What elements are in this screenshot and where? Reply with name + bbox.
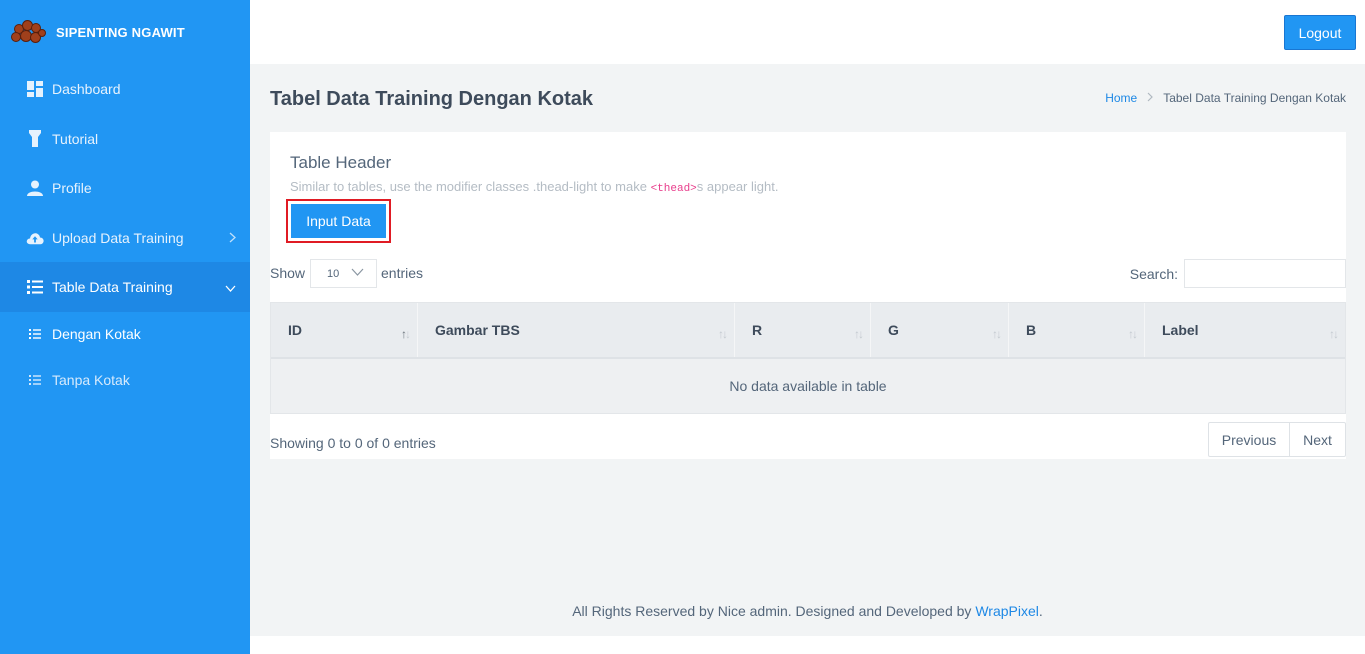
sort-icon: ↑↓	[854, 327, 864, 341]
page-length-value: 10	[327, 267, 340, 280]
column-header-label: G	[888, 322, 899, 338]
flashlight-icon	[26, 130, 44, 148]
card-subtitle-code: <thead>	[650, 183, 697, 195]
chevron-right-icon	[229, 230, 236, 246]
footer-wrappixel-link[interactable]: WrapPixel	[975, 603, 1039, 619]
data-table: ID ↑↓ Gambar TBS ↑↓ R ↑↓ G ↑↓ B ↑↓ Label…	[270, 302, 1346, 414]
entries-label: entries	[381, 265, 424, 281]
card-subtitle-text: Similar to tables, use the modifier clas…	[290, 179, 651, 194]
search-label: Search:	[1129, 266, 1178, 282]
sidebar-item-label: Tutorial	[52, 130, 99, 147]
column-header-label[interactable]: Label ↑↓	[1145, 303, 1345, 357]
table-card: Table Header Similar to tables, use the …	[270, 132, 1346, 459]
footer-text: All Rights Reserved by Nice admin. Desig…	[572, 603, 976, 619]
list-icon	[26, 371, 44, 389]
breadcrumb-separator-icon	[1147, 91, 1154, 105]
column-header-g[interactable]: G ↑↓	[871, 303, 1009, 357]
sort-icon: ↑↓	[718, 327, 728, 341]
column-header-label: ID	[288, 322, 302, 338]
next-page-button[interactable]: Next	[1290, 423, 1345, 456]
table-info: Showing 0 to 0 of 0 entries	[270, 435, 436, 451]
sidebar-item-table-data-training[interactable]: Table Data Training	[0, 262, 250, 312]
breadcrumb-home-link[interactable]: Home	[1105, 91, 1137, 105]
chevron-down-icon	[225, 279, 236, 295]
sidebar-item-label: Dengan Kotak	[52, 326, 141, 342]
palm-fruit-logo-icon	[10, 18, 46, 46]
sidebar: SIPENTING NGAWIT Dashboard Tutorial Prof…	[0, 0, 250, 654]
card-subtitle: Similar to tables, use the modifier clas…	[290, 179, 778, 195]
list-icon	[26, 325, 44, 343]
empty-table-message: No data available in table	[271, 359, 1345, 413]
sort-icon: ↑↓	[1329, 327, 1339, 341]
previous-page-button[interactable]: Previous	[1209, 423, 1290, 456]
sidebar-item-label: Table Data Training	[52, 279, 173, 295]
card-subtitle-suffix: s appear light.	[696, 179, 779, 194]
sidebar-item-upload-data-training[interactable]: Upload Data Training	[0, 221, 250, 254]
user-icon	[26, 179, 44, 197]
logout-button[interactable]: Logout	[1284, 15, 1356, 50]
list-icon	[26, 278, 44, 296]
breadcrumb: Home Tabel Data Training Dengan Kotak	[1105, 91, 1346, 105]
sort-icon: ↑↓	[1128, 327, 1138, 341]
column-header-r[interactable]: R ↑↓	[735, 303, 871, 357]
cloud-upload-icon	[26, 229, 44, 247]
sidebar-item-tutorial[interactable]: Tutorial	[0, 122, 250, 155]
column-header-label-text: Label	[1162, 322, 1199, 338]
page-title: Tabel Data Training Dengan Kotak	[270, 88, 594, 110]
sidebar-item-dashboard[interactable]: Dashboard	[0, 72, 250, 105]
pagination: Previous Next	[1208, 422, 1346, 457]
footer: All Rights Reserved by Nice admin. Desig…	[250, 603, 1365, 619]
sidebar-item-label: Upload Data Training	[52, 229, 184, 246]
column-header-b[interactable]: B ↑↓	[1009, 303, 1145, 357]
page-length-select[interactable]: 10	[310, 259, 377, 288]
brand-title: SIPENTING NGAWIT	[56, 24, 185, 40]
sidebar-subitem-dengan-kotak[interactable]: Dengan Kotak	[0, 320, 250, 348]
table-header-row: ID ↑↓ Gambar TBS ↑↓ R ↑↓ G ↑↓ B ↑↓ Label…	[271, 303, 1345, 359]
footer-bar	[250, 636, 1365, 654]
sidebar-item-label: Tanpa Kotak	[52, 372, 130, 388]
footer-suffix: .	[1038, 603, 1043, 619]
column-header-id[interactable]: ID ↑↓	[271, 303, 418, 357]
dashboard-icon	[26, 80, 44, 98]
sidebar-item-label: Profile	[52, 179, 92, 196]
card-title: Table Header	[290, 153, 392, 172]
sidebar-item-label: Dashboard	[52, 80, 121, 97]
sidebar-item-profile[interactable]: Profile	[0, 171, 250, 204]
column-header-label: Gambar TBS	[435, 322, 520, 338]
topbar: Logout	[250, 0, 1365, 64]
column-header-gambar-tbs[interactable]: Gambar TBS ↑↓	[418, 303, 735, 357]
show-label: Show	[270, 265, 306, 281]
chevron-down-icon	[351, 267, 364, 279]
search-input[interactable]	[1184, 259, 1346, 288]
column-header-label: R	[752, 322, 763, 338]
sidebar-subitem-tanpa-kotak[interactable]: Tanpa Kotak	[0, 366, 250, 394]
input-data-highlight: Input Data	[286, 199, 391, 243]
brand[interactable]: SIPENTING NGAWIT	[0, 0, 250, 64]
sort-ascending-icon: ↑↓	[401, 327, 411, 341]
sort-icon: ↑↓	[992, 327, 1002, 341]
input-data-button[interactable]: Input Data	[291, 204, 386, 238]
column-header-label: B	[1026, 322, 1037, 338]
breadcrumb-current: Tabel Data Training Dengan Kotak	[1163, 91, 1346, 105]
